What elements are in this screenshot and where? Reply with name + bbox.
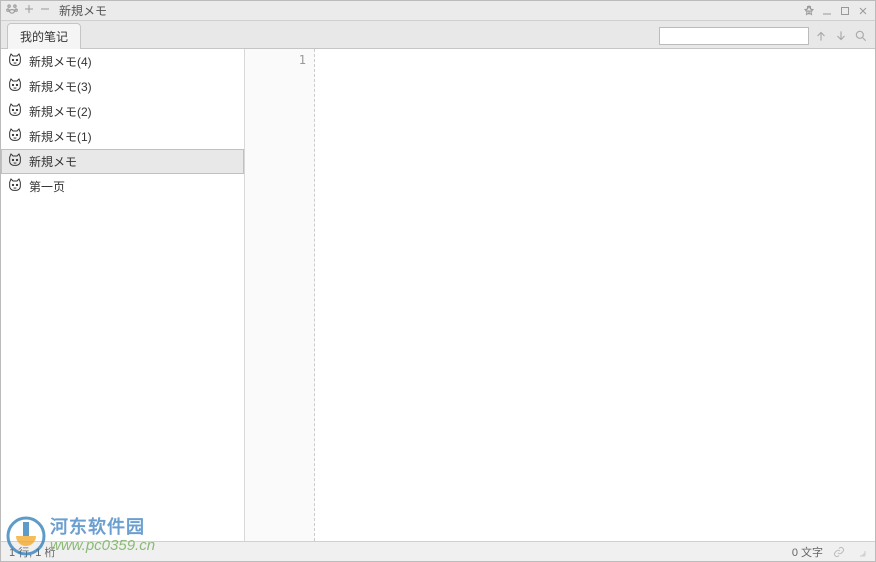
tab-notebook[interactable]: 我的笔记 xyxy=(7,23,81,49)
sidebar-item[interactable]: 新規メモ(1) xyxy=(1,124,244,149)
cat-icon xyxy=(7,77,23,96)
titlebar: 新規メモ xyxy=(1,1,875,21)
note-label: 新規メモ xyxy=(29,153,77,170)
link-icon[interactable] xyxy=(833,546,845,558)
tabbar: 我的笔记 xyxy=(1,21,875,49)
cat-icon xyxy=(7,177,23,196)
sidebar-item[interactable]: 新規メモ(2) xyxy=(1,99,244,124)
search-input[interactable] xyxy=(659,27,809,45)
app-window: 新規メモ 我的笔记 xyxy=(0,0,876,562)
sidebar-item[interactable]: 第一页 xyxy=(1,174,244,199)
statusbar-right: 0 文字 xyxy=(792,544,867,560)
minus-icon[interactable] xyxy=(39,3,51,18)
line-number: 1 xyxy=(245,53,306,67)
arrow-down-icon[interactable] xyxy=(833,28,849,44)
cat-icon xyxy=(7,152,23,171)
tab-label: 我的笔记 xyxy=(20,30,68,44)
window-controls xyxy=(801,4,871,18)
minimize-button[interactable] xyxy=(819,4,835,18)
note-label: 新規メモ(4) xyxy=(29,53,92,70)
cat-icon xyxy=(7,52,23,71)
statusbar: 1 行, 1 桁 0 文字 xyxy=(1,541,875,561)
cat-icon xyxy=(7,102,23,121)
search-icon[interactable] xyxy=(853,28,869,44)
plus-icon[interactable] xyxy=(23,3,35,18)
titlebar-left: 新規メモ xyxy=(5,2,107,19)
sidebar-item[interactable]: 新規メモ(4) xyxy=(1,49,244,74)
sidebar-item[interactable]: 新規メモ xyxy=(1,149,244,174)
line-gutter: 1 xyxy=(245,49,315,541)
note-label: 第一页 xyxy=(29,178,65,195)
tabbar-tools xyxy=(659,27,875,48)
maximize-button[interactable] xyxy=(837,4,853,18)
close-button[interactable] xyxy=(855,4,871,18)
note-label: 新規メモ(2) xyxy=(29,103,92,120)
resize-grip-icon[interactable] xyxy=(855,546,867,558)
arrow-up-icon[interactable] xyxy=(813,28,829,44)
editor-content[interactable] xyxy=(315,49,875,541)
cat-icon xyxy=(7,127,23,146)
main: 新規メモ(4) 新規メモ(3) 新規メモ(2) 新規メモ(1) 新規メモ第一页 1 xyxy=(1,49,875,541)
cursor-position: 1 行, 1 桁 xyxy=(9,544,55,560)
note-label: 新規メモ(1) xyxy=(29,128,92,145)
window-title: 新規メモ xyxy=(59,2,107,19)
note-label: 新規メモ(3) xyxy=(29,78,92,95)
char-count: 0 文字 xyxy=(792,544,823,560)
sidebar-item[interactable]: 新規メモ(3) xyxy=(1,74,244,99)
paw-icon xyxy=(5,2,19,19)
sidebar: 新規メモ(4) 新規メモ(3) 新規メモ(2) 新規メモ(1) 新規メモ第一页 xyxy=(1,49,245,541)
editor-area: 1 xyxy=(245,49,875,541)
pin-icon[interactable] xyxy=(801,4,817,18)
